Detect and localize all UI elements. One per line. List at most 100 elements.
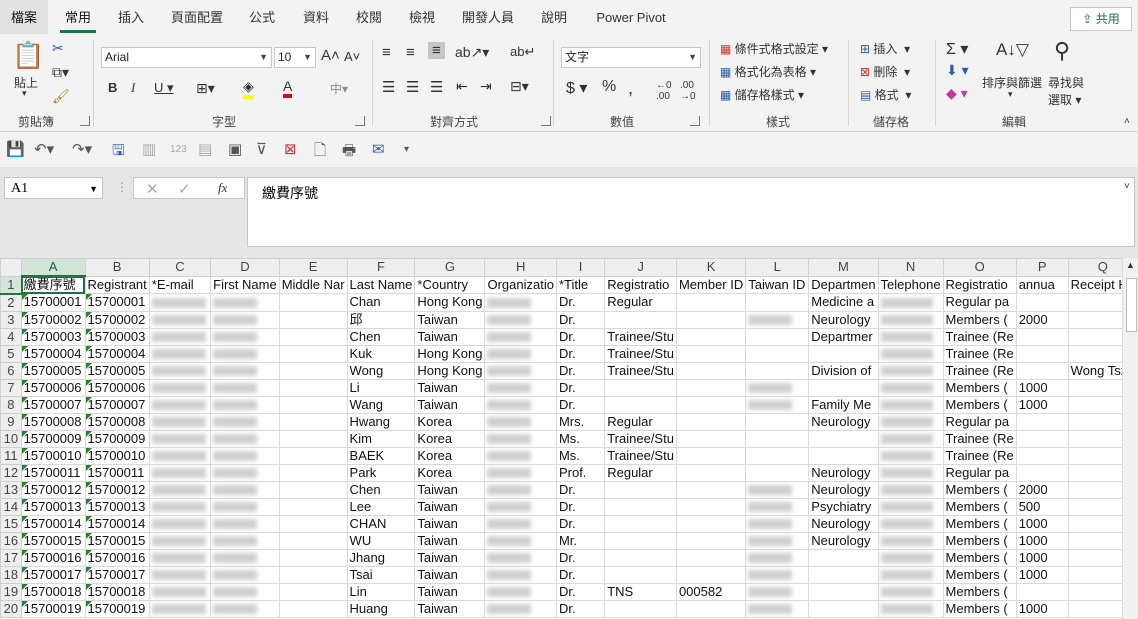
align-center-icon[interactable]: ☰ — [406, 78, 419, 96]
cell-C14[interactable] — [148, 497, 212, 516]
cell-J9[interactable]: Regular — [604, 412, 677, 431]
share-button[interactable]: ⇪ 共用 — [1070, 7, 1132, 31]
cell-B1[interactable]: Registrant — [84, 275, 150, 294]
bold-button[interactable]: B — [108, 80, 117, 95]
cell-I18[interactable]: Dr. — [555, 565, 606, 584]
cell-G6[interactable]: Hong Kong — [414, 361, 486, 380]
cell-D7[interactable] — [210, 378, 280, 397]
cell-A18[interactable]: 15700017 — [20, 565, 86, 584]
cell-D10[interactable] — [210, 429, 280, 448]
save-icon[interactable]: 💾 — [6, 140, 25, 158]
cell-E5[interactable] — [278, 344, 348, 363]
cell-B12[interactable]: 15700011 — [84, 463, 150, 482]
cell-A15[interactable]: 15700014 — [20, 514, 86, 533]
cell-D9[interactable] — [210, 412, 280, 431]
cell-A1[interactable]: 繳費序號 — [20, 275, 86, 294]
cell-L13[interactable] — [745, 480, 810, 499]
row-header[interactable]: 6 — [0, 361, 22, 380]
tab-help[interactable]: 說明 — [532, 0, 576, 34]
cell-F12[interactable]: Park — [346, 463, 416, 482]
cell-I17[interactable]: Dr. — [555, 548, 606, 567]
form-icon[interactable]: ▣ — [228, 140, 242, 158]
cell-L7[interactable] — [745, 378, 810, 397]
print-preview-icon[interactable]: 🗋 — [314, 140, 326, 165]
cell-C7[interactable] — [148, 378, 212, 397]
cell-F14[interactable]: Lee — [346, 497, 416, 516]
cell-K8[interactable] — [675, 395, 747, 414]
cell-H14[interactable] — [484, 497, 557, 516]
cell-O7[interactable]: Members ( — [942, 378, 1017, 397]
cell-H13[interactable] — [484, 480, 557, 499]
cell-L9[interactable] — [745, 412, 810, 431]
cell-F18[interactable]: Tsai — [346, 565, 416, 584]
cell-E10[interactable] — [278, 429, 348, 448]
clipboard-paste-icon[interactable]: ▤ — [198, 140, 212, 158]
cell-F5[interactable]: Kuk — [346, 344, 416, 363]
cell-O16[interactable]: Members ( — [942, 531, 1017, 550]
row-header[interactable]: 16 — [0, 531, 22, 550]
cell-M12[interactable]: Neurology — [808, 463, 879, 482]
cell-F7[interactable]: Li — [346, 378, 416, 397]
cell-J2[interactable]: Regular — [604, 293, 677, 312]
borders-icon[interactable]: ⊞▾ — [196, 80, 215, 97]
cell-A8[interactable]: 15700007 — [20, 395, 86, 414]
cell-D4[interactable] — [210, 327, 280, 346]
increase-indent-icon[interactable]: ⇥ — [480, 78, 492, 95]
cell-K16[interactable] — [675, 531, 747, 550]
fill-icon[interactable]: ⬇ ▾ — [946, 62, 969, 79]
formula-input[interactable]: 繳費序號 — [247, 177, 1135, 247]
cell-L5[interactable] — [745, 344, 810, 363]
row-header[interactable]: 10 — [0, 429, 22, 448]
cell-J17[interactable] — [604, 548, 677, 567]
cell-F11[interactable]: BAEK — [346, 446, 416, 465]
column-header[interactable]: D — [210, 258, 280, 277]
number-launcher-icon[interactable] — [690, 116, 700, 126]
copy-format-icon[interactable]: ▥ — [142, 140, 156, 158]
cell-I7[interactable]: Dr. — [555, 378, 606, 397]
cell-N11[interactable] — [877, 446, 944, 465]
column-header[interactable]: J — [604, 258, 677, 277]
cell-F9[interactable]: Hwang — [346, 412, 416, 431]
cell-H16[interactable] — [484, 531, 557, 550]
cell-P20[interactable]: 1000 — [1015, 599, 1069, 618]
enter-icon[interactable]: ✓ — [178, 180, 191, 198]
cell-I2[interactable]: Dr. — [555, 293, 606, 312]
currency-icon[interactable]: $ ▾ — [566, 78, 587, 98]
cell-H1[interactable]: Organizatio — [484, 275, 557, 294]
delete-cells-button[interactable]: ⊠ 刪除 ▾ — [860, 63, 910, 80]
cell-I16[interactable]: Mr. — [555, 531, 606, 550]
cell-C10[interactable] — [148, 429, 212, 448]
cell-G13[interactable]: Taiwan — [414, 480, 486, 499]
cell-E16[interactable] — [278, 531, 348, 550]
align-left-icon[interactable]: ☰ — [382, 78, 395, 96]
cell-M14[interactable]: Psychiatry — [808, 497, 879, 516]
cell-D12[interactable] — [210, 463, 280, 482]
cell-O4[interactable]: Trainee (Re — [942, 327, 1017, 346]
cell-E17[interactable] — [278, 548, 348, 567]
cell-O13[interactable]: Members ( — [942, 480, 1017, 499]
cell-C17[interactable] — [148, 548, 212, 567]
cell-I9[interactable]: Mrs. — [555, 412, 606, 431]
cell-G8[interactable]: Taiwan — [414, 395, 486, 414]
cell-J15[interactable] — [604, 514, 677, 533]
cell-H10[interactable] — [484, 429, 557, 448]
cell-M20[interactable] — [808, 599, 879, 618]
cell-I14[interactable]: Dr. — [555, 497, 606, 516]
cell-G19[interactable]: Taiwan — [414, 582, 486, 601]
cell-D5[interactable] — [210, 344, 280, 363]
cell-A6[interactable]: 15700005 — [20, 361, 86, 380]
cell-J7[interactable] — [604, 378, 677, 397]
column-header[interactable]: F — [346, 258, 416, 277]
vertical-scrollbar[interactable]: ▲ — [1122, 258, 1138, 619]
cell-N2[interactable] — [877, 293, 944, 312]
number-format-icon[interactable]: 123 — [170, 144, 187, 155]
font-name-select[interactable]: Arial ▼ — [101, 47, 272, 68]
cell-A20[interactable]: 15700019 — [20, 599, 86, 618]
cell-J11[interactable]: Trainee/Stu — [604, 446, 677, 465]
cell-L11[interactable] — [745, 446, 810, 465]
cell-F6[interactable]: Wong — [346, 361, 416, 380]
cell-G16[interactable]: Taiwan — [414, 531, 486, 550]
column-header[interactable]: P — [1015, 258, 1069, 277]
alignment-launcher-icon[interactable] — [541, 116, 551, 126]
cell-M16[interactable]: Neurology — [808, 531, 879, 550]
